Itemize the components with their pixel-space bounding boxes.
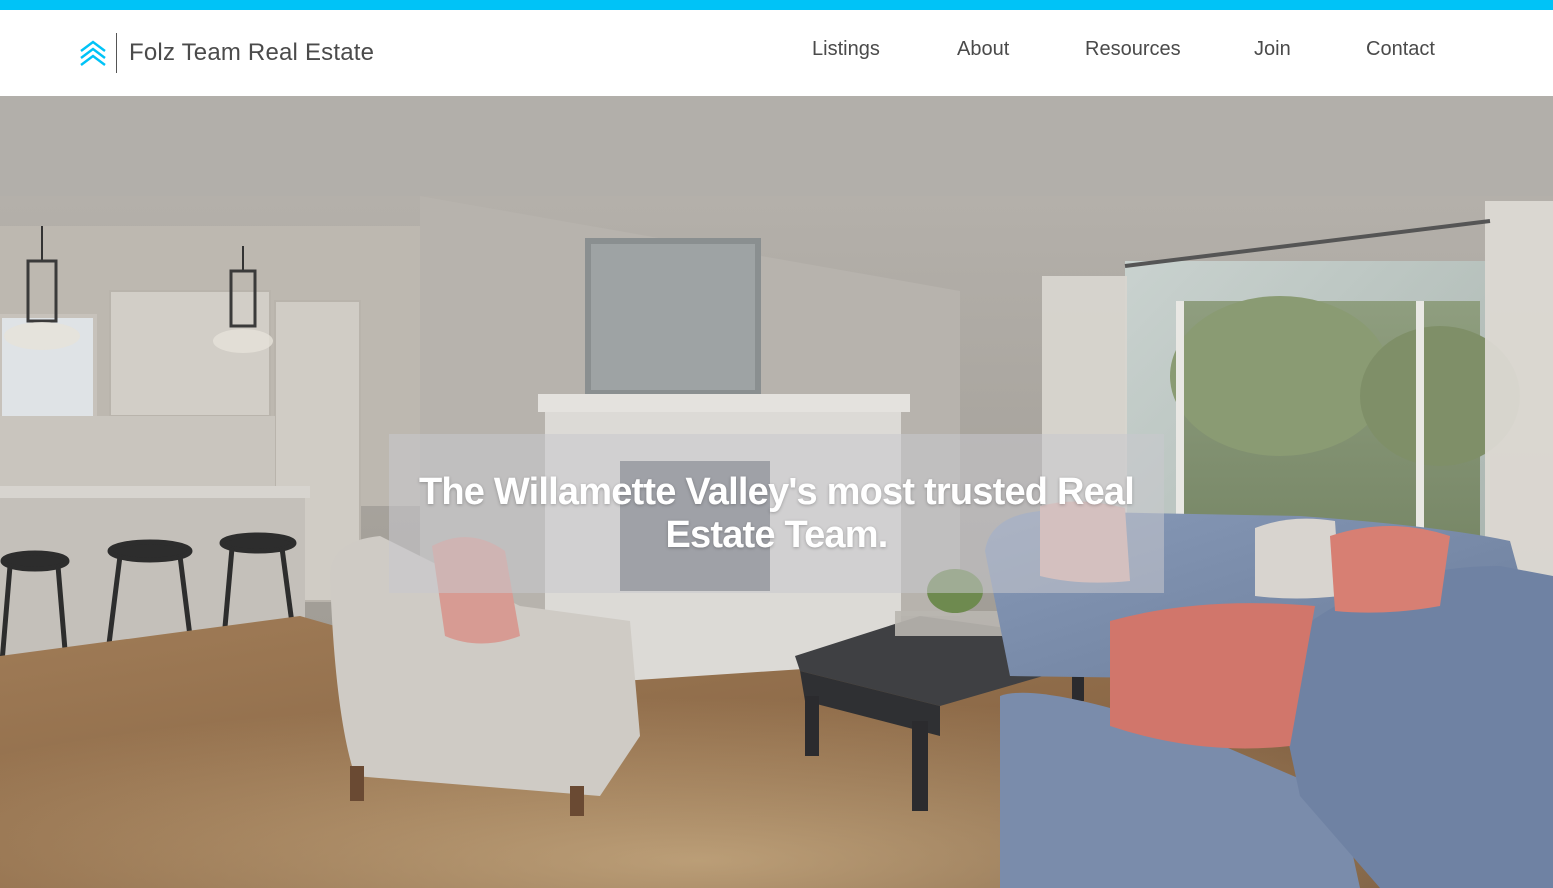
brand-name: Folz Team Real Estate — [129, 39, 375, 66]
site-header: Folz Team Real Estate Listings About Res… — [0, 10, 1553, 96]
hero-tagline: The Willamette Valley's most trusted Rea… — [418, 470, 1135, 556]
brand-home-link[interactable]: Folz Team Real Estate — [78, 32, 374, 74]
top-accent-stripe — [0, 0, 1553, 10]
nav-resources[interactable]: Resources — [1085, 36, 1181, 62]
chevrons-up-icon — [80, 40, 106, 66]
hero-section: The Willamette Valley's most trusted Rea… — [0, 96, 1553, 888]
nav-contact[interactable]: Contact — [1366, 36, 1435, 62]
nav-listings[interactable]: Listings — [812, 36, 880, 62]
brand-divider — [116, 33, 117, 73]
nav-about[interactable]: About — [957, 36, 1009, 62]
tagline-overlay: The Willamette Valley's most trusted Rea… — [389, 434, 1164, 593]
nav-join[interactable]: Join — [1254, 36, 1291, 62]
